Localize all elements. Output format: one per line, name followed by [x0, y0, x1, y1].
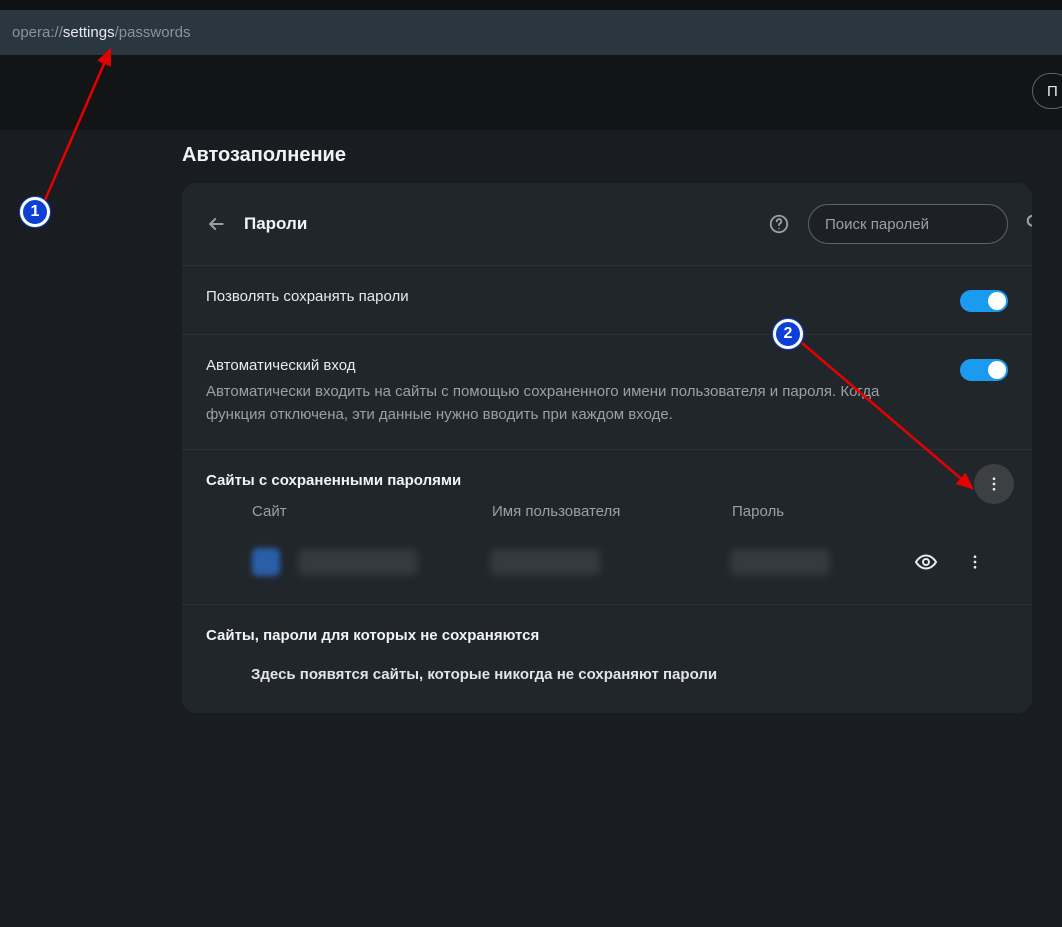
content-area: Автозаполнение Пароли Позволять сохранят… — [0, 130, 1062, 713]
address-bar[interactable]: opera://settings/passwords — [0, 10, 1062, 55]
save-passwords-label: Позволять сохранять пароли — [206, 288, 940, 305]
auto-signin-label: Автоматический вход — [206, 357, 940, 374]
header-button[interactable]: П — [1032, 73, 1062, 109]
saved-passwords-menu-button[interactable] — [974, 464, 1014, 504]
row-save-passwords: Позволять сохранять пароли — [182, 265, 1032, 334]
header-region: П — [0, 55, 1062, 130]
help-icon[interactable] — [768, 213, 790, 235]
auto-signin-description: Автоматически входить на сайты с помощью… — [206, 380, 940, 427]
passwords-card: Пароли Позволять сохранять пароли Автома… — [182, 183, 1032, 713]
never-saved-empty: Здесь появятся сайты, которые никогда не… — [206, 666, 1008, 683]
col-username: Имя пользователя — [492, 503, 732, 520]
never-saved-section: Сайты, пароли для которых не сохраняются… — [182, 604, 1032, 713]
never-saved-title: Сайты, пароли для которых не сохраняются — [206, 627, 1008, 644]
url-prefix: opera:// — [12, 24, 63, 41]
search-passwords-field[interactable] — [808, 204, 1008, 244]
password-entry-row[interactable] — [206, 534, 1008, 600]
card-title: Пароли — [244, 214, 307, 234]
back-arrow-icon[interactable] — [206, 214, 226, 234]
site-favicon — [252, 548, 280, 576]
annotation-marker-1: 1 — [20, 197, 50, 227]
annotation-marker-2: 2 — [773, 319, 803, 349]
passwords-table-header: Сайт Имя пользователя Пароль — [206, 489, 1008, 534]
site-name-blurred — [298, 549, 418, 575]
col-password: Пароль — [732, 503, 912, 520]
search-input[interactable] — [825, 216, 1024, 233]
entry-menu-icon[interactable] — [966, 550, 984, 574]
header-button-label: П — [1047, 83, 1058, 100]
row-auto-signin: Автоматический вход Автоматически входит… — [182, 334, 1032, 449]
tabstrip — [0, 0, 1062, 10]
col-site: Сайт — [252, 503, 492, 520]
auto-signin-toggle[interactable] — [960, 359, 1008, 381]
password-blurred — [730, 549, 830, 575]
username-blurred — [490, 549, 600, 575]
url-main: settings — [63, 24, 115, 41]
section-title: Автозаполнение — [182, 144, 1062, 167]
save-passwords-toggle[interactable] — [960, 290, 1008, 312]
card-header: Пароли — [182, 183, 1032, 265]
saved-passwords-section: Сайты с сохраненными паролями Сайт Имя п… — [182, 449, 1032, 604]
show-password-icon[interactable] — [914, 550, 938, 574]
saved-passwords-title: Сайты с сохраненными паролями — [206, 472, 1008, 489]
url-suffix: /passwords — [115, 24, 191, 41]
search-icon — [1024, 212, 1032, 237]
